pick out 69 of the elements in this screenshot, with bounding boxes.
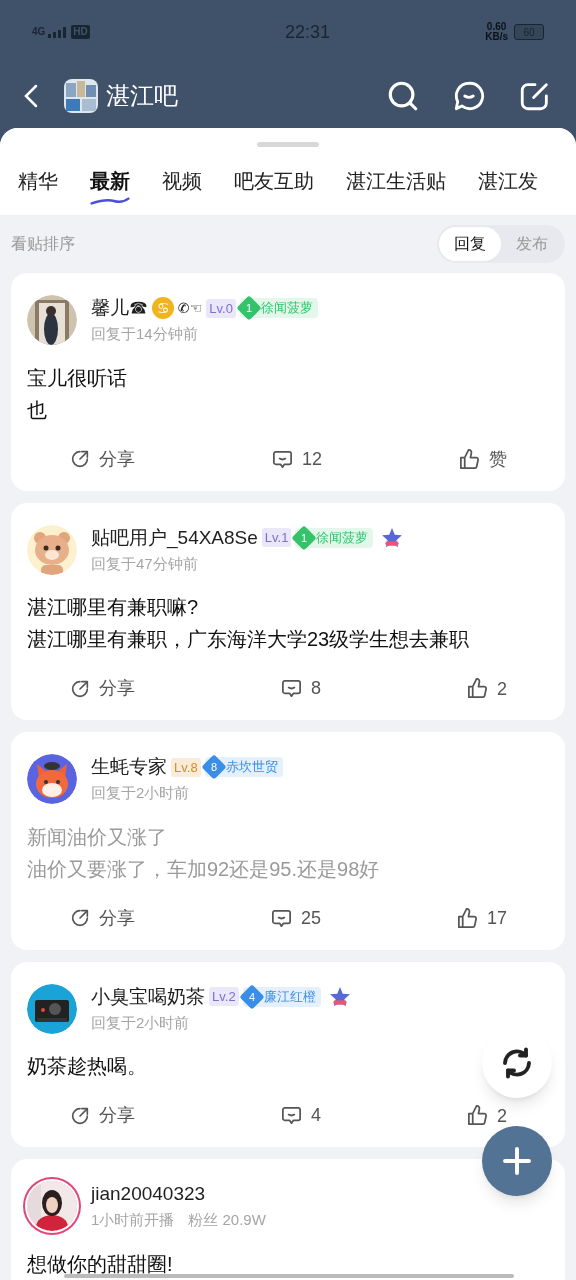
drag-handle[interactable] xyxy=(257,142,319,147)
post-card[interactable]: 馨儿☎ ♋ ✆☜ Lv.0 1 徐闻菠萝 回复于14分钟前 宝儿很听话 也 分享 12 赞 xyxy=(11,273,565,491)
comment-button[interactable]: 8 xyxy=(280,675,321,702)
signal-icon xyxy=(48,26,69,38)
post-title[interactable]: 湛江哪里有兼职嘛? xyxy=(27,591,199,623)
post-meta: 回复于2小时前 xyxy=(91,1012,190,1033)
category-tab[interactable]: 视频 xyxy=(162,156,202,206)
post-card[interactable]: 生蚝专家 Lv.8 8 赤坎世贸 回复于2小时前 新闻油价又涨了 油价又要涨了，车加92还是95.还是98好 分享 25 17 xyxy=(11,732,565,950)
username[interactable]: jian20040323 xyxy=(91,1181,206,1207)
fan-badge: 4 廉江红橙 xyxy=(242,986,321,1007)
username[interactable]: 生蚝专家 xyxy=(91,754,167,780)
search-icon[interactable] xyxy=(386,79,420,113)
username[interactable]: 小臭宝喝奶茶 xyxy=(91,983,205,1010)
post-body[interactable]: 湛江哪里有兼职，广东海洋大学23级学生想去兼职 xyxy=(27,623,470,655)
fan-badge: 8 赤坎世贸 xyxy=(204,757,283,777)
level-badge: Lv.2 xyxy=(209,987,239,1006)
zodiac-badge: ♋ xyxy=(152,297,174,319)
comment-button[interactable]: 12 xyxy=(271,445,322,473)
username[interactable]: 馨儿☎ xyxy=(91,295,148,321)
post-title[interactable]: 奶茶趁热喝。 xyxy=(27,1050,147,1082)
post-body[interactable]: 也 xyxy=(27,393,47,426)
level-badge: Lv.1 xyxy=(261,528,292,547)
like-button[interactable]: 赞 xyxy=(458,447,507,471)
like-button[interactable]: 2 xyxy=(466,1104,507,1127)
post-card[interactable]: jian20040323 1小时前开播 粉丝 20.9W 想做你的甜甜圈! xyxy=(11,1159,565,1280)
back-icon[interactable] xyxy=(24,83,38,109)
post-title[interactable]: 想做你的甜甜圈! xyxy=(27,1247,173,1280)
share-button[interactable]: 分享 xyxy=(69,904,135,932)
chat-icon[interactable] xyxy=(452,79,486,113)
share-icon xyxy=(69,448,91,470)
share-button[interactable]: 分享 xyxy=(69,445,135,473)
share-button[interactable]: 分享 xyxy=(69,675,135,702)
comment-button[interactable]: 25 xyxy=(269,904,321,932)
comment-icon xyxy=(280,677,303,700)
post-title[interactable]: 宝儿很听话 xyxy=(27,361,127,394)
category-tab[interactable]: 最新 xyxy=(90,156,130,206)
category-tab[interactable]: 吧友互助 xyxy=(234,156,314,206)
post-card[interactable]: 小臭宝喝奶茶 Lv.2 4 廉江红橙 回复于2小时前 奶茶趁热喝。 分享 4 2 xyxy=(11,961,565,1147)
fan-count: 粉丝 20.9W xyxy=(188,1210,266,1230)
speed-unit: KB/s xyxy=(485,32,508,42)
share-button[interactable]: 分享 xyxy=(69,1102,135,1129)
post-card[interactable]: 贴吧用户_54XA8Se Lv.1 1 徐闻菠萝 回复于47分钟前 湛江哪里有兼职嘛? 湛江哪里有兼职，广东海洋大学23级学生想去兼职 分享 8 2 xyxy=(11,502,565,720)
sort-option[interactable]: 回复 xyxy=(439,227,501,261)
symbol-text: ✆☜ xyxy=(178,298,203,318)
thumbs-up-icon xyxy=(466,677,489,700)
fan-badge: 1 徐闻菠萝 xyxy=(239,298,318,318)
category-tab[interactable]: 湛江发 xyxy=(478,156,538,206)
thumbs-up-icon xyxy=(466,1104,489,1127)
level-badge: Lv.0 xyxy=(206,298,236,318)
post-meta: 1小时前开播 xyxy=(91,1210,175,1230)
post-meta: 回复于47分钟前 xyxy=(91,553,198,574)
forum-title: 湛江吧 xyxy=(106,81,178,111)
sort-label: 看贴排序 xyxy=(11,234,75,254)
post-meta: 回复于14分钟前 xyxy=(91,324,198,344)
network-speed: 0.60 xyxy=(486,22,507,32)
category-tab[interactable]: 湛江生活贴 xyxy=(346,156,446,206)
thumbs-up-icon xyxy=(455,906,479,930)
tab-underline xyxy=(90,196,130,206)
thumbs-up-icon xyxy=(458,447,481,471)
like-button[interactable]: 17 xyxy=(455,906,507,930)
category-tab[interactable]: 精华 xyxy=(18,156,58,206)
username[interactable]: 贴吧用户_54XA8Se xyxy=(91,524,258,551)
comment-icon xyxy=(280,1104,303,1127)
fan-badge: 1 徐闻菠萝 xyxy=(295,527,374,548)
level-badge: Lv.8 xyxy=(171,757,201,777)
post-meta: 回复于2小时前 xyxy=(91,783,190,803)
share-icon xyxy=(69,907,91,929)
comment-button[interactable]: 4 xyxy=(280,1102,321,1129)
like-button[interactable]: 2 xyxy=(466,677,507,700)
